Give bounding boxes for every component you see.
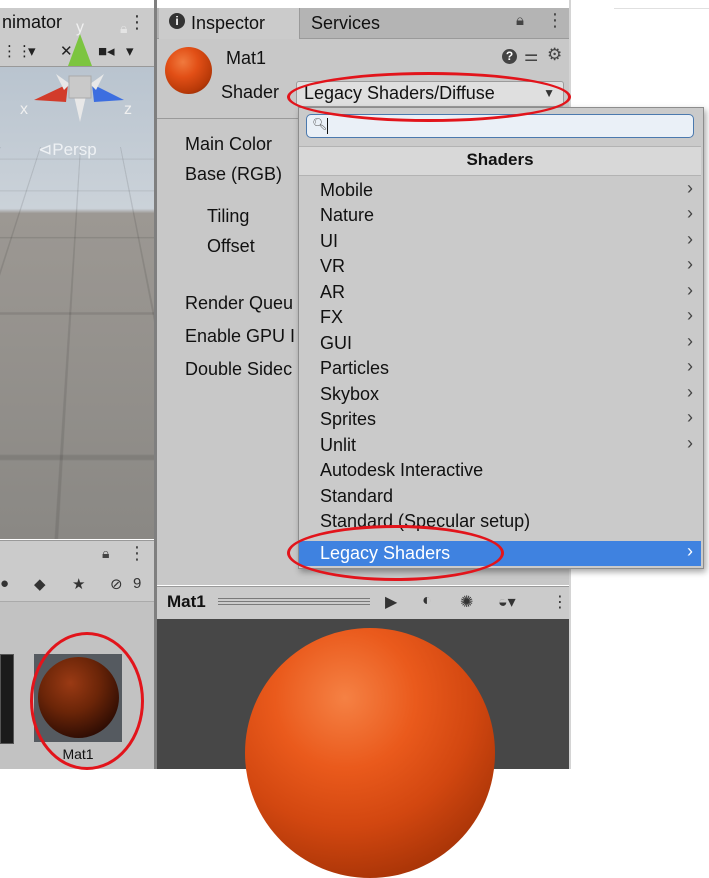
tab-services[interactable]: Services (311, 13, 380, 34)
menu-item-label: Nature (320, 205, 375, 225)
menu-item-label: Mobile (320, 180, 374, 200)
menu-item-label: FX (320, 307, 344, 327)
light-toggle-icon[interactable]: ✺ (460, 592, 473, 612)
menu-item-sprites[interactable]: Sprites › (299, 407, 701, 432)
chevron-right-icon: › (687, 541, 693, 561)
menu-item-skybox[interactable]: Skybox › (299, 382, 701, 407)
z-label: z (124, 101, 132, 118)
menu-item-ui[interactable]: UI › (299, 229, 701, 254)
menu-item-label: Particles (320, 358, 390, 378)
menu-item-autodesk-interactive[interactable]: Autodesk Interactive (299, 458, 701, 483)
play-icon[interactable]: ▶ (385, 592, 397, 612)
annotation-ring-legacy-shaders (287, 525, 504, 581)
project-tab-bar: 🔒︎ ⋮ (0, 540, 154, 570)
material-preview-icon (165, 47, 212, 94)
chevron-right-icon: › (687, 407, 693, 427)
preview-resize-grip[interactable] (218, 598, 370, 605)
menu-item-fx[interactable]: FX › (299, 305, 701, 330)
menu-item-label: Unlit (320, 435, 357, 455)
project-toolbar: ● ◆ ★ ⊘ 9 (0, 569, 154, 602)
menu-item-label: GUI (320, 333, 353, 353)
annotation-ring-shader-dropdown (287, 72, 571, 122)
chevron-right-icon: › (687, 305, 693, 325)
info-icon: i (169, 13, 185, 29)
chevron-right-icon: › (687, 382, 693, 402)
chevron-right-icon: › (687, 433, 693, 453)
render-queue-label: Render Queu (185, 293, 294, 313)
menu-item-standard[interactable]: Standard (299, 484, 701, 509)
menu-item-label: Autodesk Interactive (320, 460, 484, 480)
hidden-count: 9 (133, 575, 142, 592)
presets-sliders-icon[interactable]: ⚌ (524, 46, 538, 66)
x-label: x (20, 101, 28, 118)
double-sided-gi-label: Double Sidec (185, 359, 293, 379)
text-caret (327, 118, 328, 134)
neg-z-cone[interactable] (90, 74, 104, 90)
menu-item-vr[interactable]: VR › (299, 254, 701, 279)
tab-inspector[interactable]: i Inspector (159, 8, 300, 39)
label-tag-icon[interactable]: ◆ (34, 575, 46, 593)
persp-text: Persp (52, 140, 97, 159)
chevron-right-icon: › (687, 280, 693, 300)
chevron-right-icon: › (687, 203, 693, 223)
hidden-packages-icon[interactable]: ⊘ (110, 575, 123, 593)
menu-item-label: UI (320, 231, 338, 251)
lock-icon[interactable]: 🔒︎ (120, 20, 127, 37)
y-axis-cone[interactable] (68, 34, 92, 66)
shader-label: Shader (221, 82, 280, 102)
chevron-right-icon: › (687, 254, 693, 274)
main-color-label: Main Color (185, 134, 273, 154)
shader-menu-title: Shaders (466, 150, 534, 169)
neg-y-cone[interactable] (74, 96, 86, 122)
persp-label[interactable]: ⊲Persp (38, 140, 97, 160)
filter-by-type-icon[interactable]: ● (0, 575, 9, 592)
previous-asset-thumbnail[interactable] (0, 654, 14, 744)
menu-item-label: AR (320, 282, 346, 302)
menu-item-gui[interactable]: GUI › (299, 331, 701, 356)
annotation-ring-mat1-asset (30, 632, 144, 770)
material-name: Mat1 (226, 48, 267, 68)
preview-sphere-icon[interactable]: ◐ (422, 592, 432, 610)
scene-view[interactable] (0, 67, 154, 539)
inspector-menu-icon[interactable]: ⋮ (546, 10, 564, 31)
menu-item-mobile[interactable]: Mobile › (299, 178, 701, 203)
menu-item-ar[interactable]: AR › (299, 280, 701, 305)
favorite-star-icon[interactable]: ★ (72, 575, 85, 593)
chevron-right-icon: › (687, 178, 693, 198)
lock-icon[interactable]: 🔒︎ (102, 545, 109, 562)
menu-item-label: VR (320, 256, 346, 276)
gizmo-center-cube[interactable] (68, 75, 92, 99)
search-icon: 🔍︎ (312, 117, 328, 131)
menu-item-unlit[interactable]: Unlit › (299, 433, 701, 458)
chevron-right-icon: › (687, 229, 693, 249)
menu-item-label: Sprites (320, 409, 377, 429)
tiling-label: Tiling (207, 206, 250, 226)
base-rgb-label: Base (RGB) (185, 164, 283, 184)
preview-sphere (245, 628, 495, 878)
menu-item-particles[interactable]: Particles › (299, 356, 701, 381)
neg-x-cone[interactable] (56, 74, 70, 90)
menu-item-nature[interactable]: Nature › (299, 203, 701, 228)
chevron-right-icon: › (687, 356, 693, 376)
tab-inspector-label: Inspector (191, 13, 266, 33)
help-icon[interactable]: ? (502, 49, 517, 64)
preview-title: Mat1 (167, 592, 206, 611)
chevron-right-icon: › (687, 331, 693, 351)
project-menu-icon[interactable]: ⋮ (128, 543, 146, 564)
right-divider-line (614, 8, 709, 9)
lock-icon[interactable]: 🔒︎ (516, 12, 524, 29)
enable-gpu-instancing-label: Enable GPU I (185, 326, 296, 346)
gear-icon[interactable]: ⚙ (547, 45, 562, 65)
menu-item-label: Standard (320, 486, 394, 506)
preview-shape-icon[interactable]: ◒▾ (498, 592, 516, 612)
y-label: y (76, 19, 84, 36)
offset-label: Offset (207, 236, 255, 256)
preview-menu-icon[interactable]: ⋮ (552, 592, 568, 612)
menu-item-label: Skybox (320, 384, 380, 404)
